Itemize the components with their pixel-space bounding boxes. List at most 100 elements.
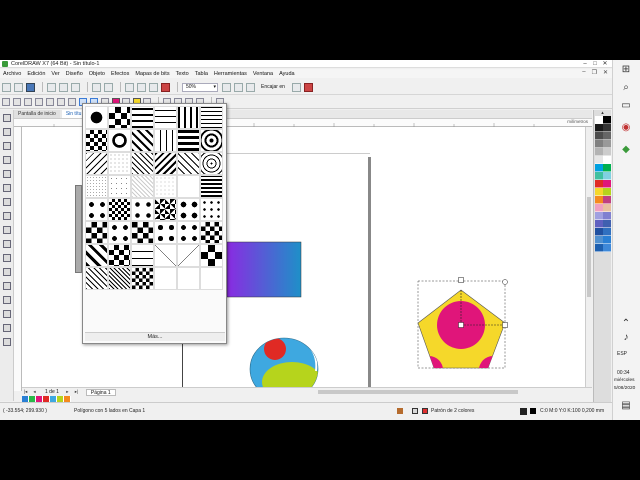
menu-texto[interactable]: Texto <box>176 71 189 77</box>
pattern-swatch[interactable] <box>154 152 177 175</box>
connector-tool-icon[interactable] <box>3 268 11 276</box>
pattern-swatch[interactable] <box>200 129 223 152</box>
options-icon[interactable] <box>291 82 301 92</box>
open-icon[interactable] <box>14 82 23 92</box>
pattern-swatch[interactable] <box>154 175 177 198</box>
zoom-tool-icon[interactable] <box>3 156 11 164</box>
swatch-grey-30[interactable] <box>595 148 603 156</box>
next-page-icon[interactable]: ▸ <box>64 389 71 395</box>
menu-edicion[interactable]: Edición <box>27 71 45 77</box>
tab-pantalla-de-inicio[interactable]: Pantalla de inicio <box>14 110 60 118</box>
text-tool-icon[interactable] <box>3 240 11 248</box>
pentagon-shape[interactable] <box>415 289 507 384</box>
pattern-swatch[interactable] <box>85 152 108 175</box>
swatch-teal[interactable] <box>595 172 603 180</box>
pattern-swatch[interactable] <box>177 198 200 221</box>
last-page-icon[interactable]: ▸| <box>73 389 80 395</box>
swatch-grey-50[interactable] <box>595 140 603 148</box>
pattern-swatch[interactable] <box>131 129 154 152</box>
swatch-orange[interactable] <box>595 196 603 204</box>
pattern-swatch[interactable] <box>154 221 177 244</box>
swatch-blue[interactable] <box>603 228 611 236</box>
search-icon[interactable]: ⌕ <box>620 82 632 94</box>
rectangle-tool-icon[interactable] <box>3 198 11 206</box>
grid-icon[interactable] <box>246 82 255 92</box>
swatch-periwinkle[interactable] <box>603 212 611 220</box>
menu-efectos[interactable]: Efectos <box>111 71 129 77</box>
pattern-swatch[interactable] <box>177 267 200 290</box>
swatch-yellow[interactable] <box>595 188 603 196</box>
swatch-grey-10[interactable] <box>595 156 603 164</box>
close-icon[interactable]: ✕ <box>600 60 610 68</box>
pattern-swatch[interactable] <box>131 152 154 175</box>
minimize-icon[interactable]: – <box>580 60 590 68</box>
input-language[interactable]: ESP <box>617 351 627 357</box>
pattern-swatch[interactable] <box>154 244 177 267</box>
horizontal-scroll-thumb[interactable] <box>318 390 518 394</box>
pattern-swatch[interactable] <box>85 129 108 152</box>
artistic-media-tool-icon[interactable] <box>3 184 11 192</box>
menu-diseno[interactable]: Diseño <box>66 71 83 77</box>
swatch-peach[interactable] <box>603 204 611 212</box>
pattern-swatch[interactable] <box>131 267 154 290</box>
clock-time[interactable]: 00:34 <box>617 370 630 376</box>
pattern-swatch[interactable] <box>200 198 223 221</box>
swatch-grey-60[interactable] <box>603 132 611 140</box>
swatch-grey-90[interactable] <box>595 124 603 132</box>
pattern-swatch[interactable] <box>131 198 154 221</box>
pattern-swatch[interactable] <box>131 244 154 267</box>
swatch-red[interactable] <box>595 180 603 188</box>
swatch-magenta[interactable] <box>603 180 611 188</box>
pattern-swatch[interactable] <box>154 267 177 290</box>
pattern-swatch[interactable] <box>85 267 108 290</box>
new-document-icon[interactable] <box>2 82 11 92</box>
swatch-grey-70[interactable] <box>595 132 603 140</box>
swatch-grey-40[interactable] <box>603 140 611 148</box>
swatch-lime[interactable] <box>603 188 611 196</box>
undo-icon[interactable] <box>92 82 101 92</box>
pattern-swatch[interactable] <box>108 221 131 244</box>
pattern-swatch[interactable] <box>177 244 200 267</box>
swatch-sky[interactable] <box>595 236 603 244</box>
menu-ver[interactable]: Ver <box>51 71 59 77</box>
notifications-chevron-icon[interactable]: ⌃ <box>620 318 632 330</box>
pattern-swatch[interactable] <box>177 221 200 244</box>
maximize-icon[interactable]: □ <box>590 60 600 68</box>
pattern-swatch[interactable] <box>108 129 131 152</box>
pattern-swatch[interactable] <box>154 106 177 129</box>
pattern-swatch[interactable] <box>108 198 131 221</box>
pattern-swatch[interactable] <box>200 175 223 198</box>
menu-ventana[interactable]: Ventana <box>253 71 273 77</box>
pattern-swatch[interactable] <box>108 175 131 198</box>
vector-pattern-icon[interactable] <box>35 98 43 106</box>
fill-color-swatch[interactable] <box>422 408 428 414</box>
freehand-tool-icon[interactable] <box>3 170 11 178</box>
uniform-fill-icon[interactable] <box>13 98 21 106</box>
swatch-pink[interactable] <box>595 204 603 212</box>
texture-fill-icon[interactable] <box>57 98 65 106</box>
menu-archivo[interactable]: Archivo <box>3 71 21 77</box>
swatch-royal-blue[interactable] <box>603 220 611 228</box>
pattern-swatch[interactable] <box>200 221 223 244</box>
launch-icon[interactable] <box>303 82 313 92</box>
previous-page-icon[interactable]: ◂ <box>31 389 38 395</box>
pattern-swatch[interactable] <box>85 221 108 244</box>
fountain-fill-icon[interactable] <box>24 98 32 106</box>
more-patterns-button[interactable]: Más... <box>85 332 225 341</box>
zoom-level-select[interactable]: 50% <box>182 82 218 92</box>
menu-mapas-de-bits[interactable]: Mapas de bits <box>135 71 169 77</box>
eyedropper-tool-icon[interactable] <box>3 310 11 318</box>
pattern-swatch[interactable] <box>108 244 131 267</box>
volume-icon[interactable]: ♪ <box>620 332 632 344</box>
parallel-dimension-tool-icon[interactable] <box>3 254 11 262</box>
swatch-green[interactable] <box>603 164 611 172</box>
export-icon[interactable] <box>149 82 158 92</box>
swatch-indigo[interactable] <box>595 220 603 228</box>
vertical-scroll-thumb[interactable] <box>587 197 591 297</box>
pattern-swatch[interactable] <box>85 175 108 198</box>
pattern-swatch[interactable] <box>177 106 200 129</box>
doc-close-icon[interactable]: ✕ <box>603 69 608 76</box>
task-view-icon[interactable]: ▭ <box>620 100 632 112</box>
vertical-scrollbar[interactable] <box>585 127 592 387</box>
pattern-swatch[interactable] <box>154 198 177 221</box>
